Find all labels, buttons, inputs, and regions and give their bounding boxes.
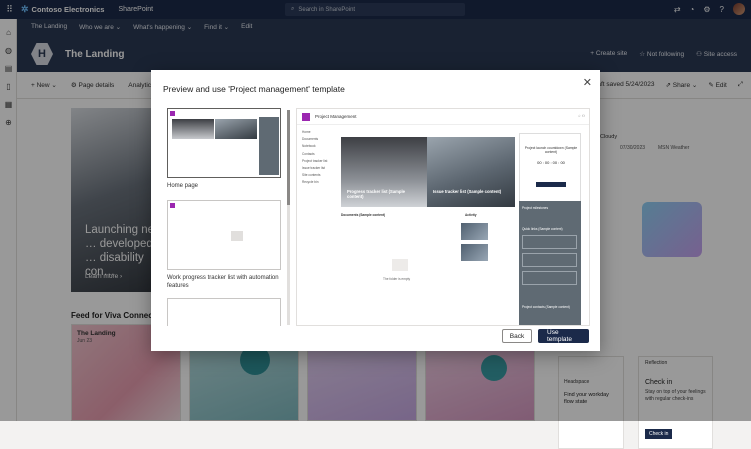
preview-side-panel: Project milestones Quick links (Sample c… (519, 201, 581, 325)
thumb-logo (170, 111, 175, 116)
preview-quicklink-item (522, 235, 577, 249)
thumb-empty-graphic (231, 231, 243, 241)
preview-quicklink-item (522, 253, 577, 267)
thumb-logo (170, 203, 175, 208)
preview-nav: Home Documents Notebook Contacts Project… (302, 129, 327, 187)
preview-hero-caption-1: Progress tracker list (Sample content) (347, 189, 405, 199)
thumbnail-scrollbar-thumb[interactable] (287, 110, 290, 205)
thumb-image (172, 119, 214, 139)
template-thumbnail-list: Home page Work progress tracker list wit… (165, 108, 285, 326)
back-button[interactable]: Back (502, 329, 532, 343)
preview-activity-tile (461, 244, 488, 261)
preview-milestones: Project milestones (522, 206, 549, 210)
preview-site-logo (302, 113, 310, 121)
thumbnail-home-page[interactable] (167, 108, 281, 178)
preview-countdown-title: Project launch countdown (Sample content… (524, 146, 578, 154)
checkin-button[interactable]: Check in (645, 429, 673, 439)
thumb-side (259, 117, 279, 175)
thumbnail-label: Work progress tracker list with automati… (167, 275, 279, 289)
preview-empty-text: The folder is empty (383, 277, 411, 281)
preview-empty-folder-icon (392, 259, 408, 271)
close-icon[interactable]: ✕ (583, 76, 592, 89)
preview-countdown-card: Project launch countdown (Sample content… (519, 133, 581, 203)
use-template-button[interactable]: Use template (538, 329, 589, 343)
preview-site-name: Project Management (315, 114, 357, 119)
preview-countdown-button (536, 182, 566, 187)
dialog-footer: Back Use template (502, 329, 589, 343)
preview-nav-item: Project tracker list (302, 158, 328, 163)
preview-nav-item: Contacts (302, 151, 315, 156)
preview-contacts: Project contacts (Sample content) (522, 305, 570, 309)
preview-nav-item: Recycle bin (302, 180, 319, 185)
preview-nav-item: Home (302, 130, 311, 134)
preview-hero-image-1: Progress tracker list (Sample content) (341, 137, 427, 207)
dialog-title: Preview and use 'Project management' tem… (163, 84, 345, 94)
thumbnail-work-progress[interactable] (167, 200, 281, 270)
template-preview: Project Management ☆ ⚇ Home Documents No… (296, 108, 590, 326)
thumb-image (215, 119, 257, 139)
thumbnail-label: Home page (167, 183, 199, 189)
preview-countdown-value: 00 : 00 : 00 : 00 (537, 160, 565, 165)
preview-nav-item: Notebook (302, 144, 316, 149)
preview-activity-heading: Activity (465, 213, 477, 217)
preview-header-actions: ☆ ⚇ (577, 114, 585, 118)
preview-quicklink-item (522, 271, 577, 285)
template-preview-dialog: Preview and use 'Project management' tem… (151, 70, 600, 351)
preview-nav-item: Site contents (302, 173, 321, 178)
preview-header: Project Management ☆ ⚇ (297, 109, 589, 125)
preview-nav-item: Documents (302, 137, 319, 142)
preview-hero-image-2: Issue tracker list (Sample content) (427, 137, 515, 207)
preview-activity-tile (461, 223, 488, 240)
preview-nav-item: Issue tracker list (302, 166, 326, 171)
preview-documents-heading: Documents (Sample content) (341, 213, 386, 217)
thumbnail-third[interactable] (167, 298, 281, 326)
preview-quicklinks: Quick links (Sample content) (522, 227, 563, 231)
preview-hero-caption-2: Issue tracker list (Sample content) (433, 189, 502, 194)
